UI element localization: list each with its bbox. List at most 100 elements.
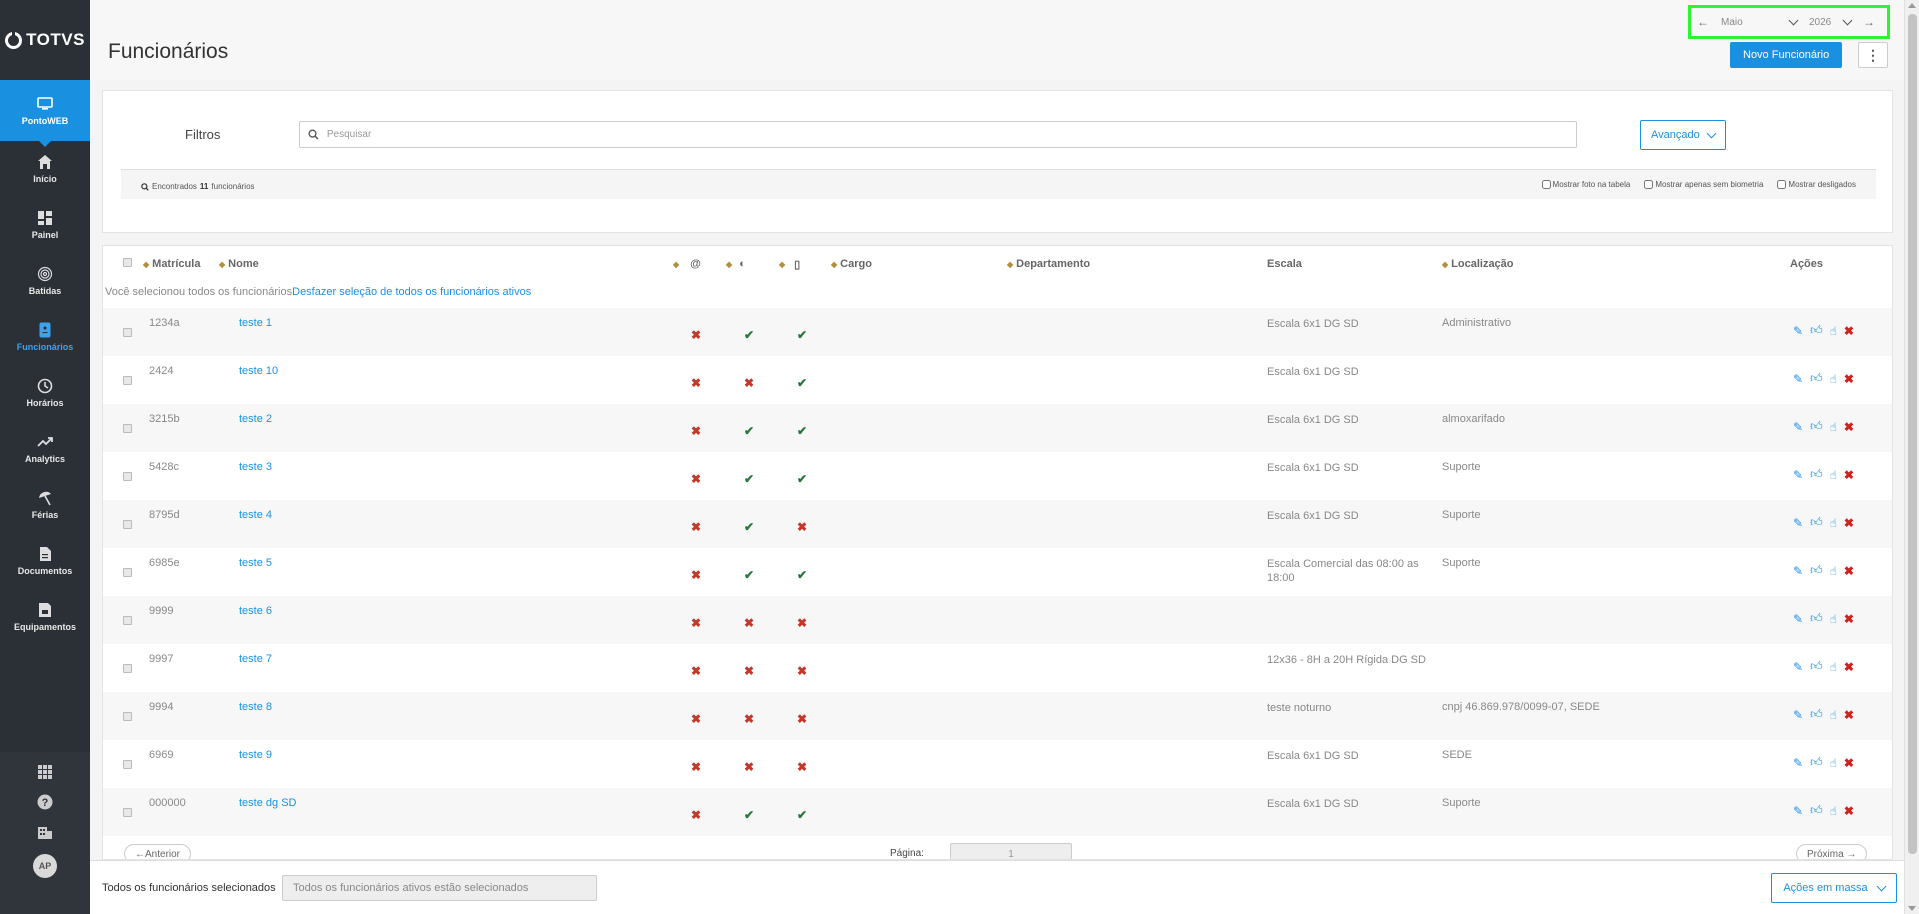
select-all-checkbox[interactable] <box>123 258 132 267</box>
employee-name-link[interactable]: teste 8 <box>239 701 272 713</box>
year-select[interactable]: 2026 <box>1803 12 1857 32</box>
thumbs-up-icon[interactable]: 👍︎ <box>1810 419 1823 434</box>
table-row[interactable]: 3215b teste 2 ✖ ✔ ✔ Escala 6x1 DG SD almoxarif… <box>103 404 1892 452</box>
edit-pencil-icon[interactable]: ✎ <box>1793 660 1803 674</box>
table-row[interactable]: 9999 teste 6 ✖ ✖ ✖ ✎ 👍︎ ☝︎ ✖ <box>103 596 1892 644</box>
scroll-up-arrow-icon[interactable] <box>1908 3 1916 8</box>
thumbs-up-icon[interactable]: 👍︎ <box>1810 611 1823 626</box>
apps-grid-icon[interactable] <box>37 764 53 780</box>
employee-name-link[interactable]: teste 9 <box>239 749 272 761</box>
row-checkbox[interactable] <box>123 760 132 772</box>
delete-x-icon[interactable]: ✖ <box>1844 660 1854 674</box>
page-scrollbar[interactable] <box>1904 0 1919 914</box>
edit-pencil-icon[interactable]: ✎ <box>1793 708 1803 722</box>
scroll-down-arrow-icon[interactable] <box>1908 906 1916 911</box>
edit-pencil-icon[interactable]: ✎ <box>1793 324 1803 338</box>
employee-name-link[interactable]: teste 10 <box>239 365 278 377</box>
delete-x-icon[interactable]: ✖ <box>1844 516 1854 530</box>
show-photo-option[interactable]: Mostrar foto na tabela <box>1541 180 1630 189</box>
month-select[interactable]: Maio <box>1715 12 1803 32</box>
help-icon[interactable]: ? <box>37 794 53 810</box>
employee-name-link[interactable]: teste dg SD <box>239 797 296 809</box>
sidebar-item-analytics[interactable]: Analytics <box>0 421 90 477</box>
delete-x-icon[interactable]: ✖ <box>1844 756 1854 770</box>
delete-x-icon[interactable]: ✖ <box>1844 708 1854 722</box>
table-row[interactable]: 1234a teste 1 ✖ ✔ ✔ Escala 6x1 DG SD Administr… <box>103 308 1892 356</box>
table-row[interactable]: 9997 teste 7 ✖ ✖ ✖ 12x36 - 8H a 20H Rígida DG… <box>103 644 1892 692</box>
delete-x-icon[interactable]: ✖ <box>1844 324 1854 338</box>
table-row[interactable]: 5428c teste 3 ✖ ✔ ✔ Escala 6x1 DG SD Suporte ✎ 👍… <box>103 452 1892 500</box>
edit-pencil-icon[interactable]: ✎ <box>1793 612 1803 626</box>
mass-actions-button[interactable]: Ações em massa <box>1771 873 1897 903</box>
sidebar-item-funcionarios[interactable]: Funcionários <box>0 309 90 365</box>
hand-pointer-icon[interactable]: ☝︎ <box>1830 372 1837 386</box>
employee-name-link[interactable]: teste 1 <box>239 317 272 329</box>
delete-x-icon[interactable]: ✖ <box>1844 372 1854 386</box>
hand-pointer-icon[interactable]: ☝︎ <box>1830 516 1837 530</box>
table-row[interactable]: 6985e teste 5 ✖ ✔ ✔ Escala Comercial das 08:0… <box>103 548 1892 596</box>
thumbs-up-icon[interactable]: 👍︎ <box>1810 515 1823 530</box>
previous-period-arrow-icon[interactable]: ← <box>1691 15 1715 29</box>
employee-name-link[interactable]: teste 6 <box>239 605 272 617</box>
thumbs-up-icon[interactable]: 👍︎ <box>1810 371 1823 386</box>
scrollbar-thumb[interactable] <box>1908 14 1917 854</box>
sidebar-item-inicio[interactable]: Início <box>0 141 90 197</box>
show-dismissed-checkbox[interactable] <box>1777 180 1787 189</box>
sidebar-item-batidas[interactable]: Batidas <box>0 253 90 309</box>
row-checkbox[interactable] <box>123 520 132 532</box>
next-page-button[interactable]: Próxima → <box>1796 844 1868 859</box>
row-checkbox[interactable] <box>123 712 132 724</box>
delete-x-icon[interactable]: ✖ <box>1844 804 1854 818</box>
row-checkbox[interactable] <box>123 328 132 340</box>
thumbs-up-icon[interactable]: 👍︎ <box>1810 803 1823 818</box>
edit-pencil-icon[interactable]: ✎ <box>1793 372 1803 386</box>
edit-pencil-icon[interactable]: ✎ <box>1793 420 1803 434</box>
advanced-filter-button[interactable]: Avançado <box>1640 120 1726 150</box>
thumbs-up-icon[interactable]: 👍︎ <box>1810 755 1823 770</box>
table-row[interactable]: 6969 teste 9 ✖ ✖ ✖ Escala 6x1 DG SD SEDE ✎ 👍︎ ☝︎ ✖ <box>103 740 1892 788</box>
employee-name-link[interactable]: teste 4 <box>239 509 272 521</box>
table-row[interactable]: 8795d teste 4 ✖ ✔ ✖ Escala 6x1 DG SD Suporte ✎ 👍… <box>103 500 1892 548</box>
employee-name-link[interactable]: teste 7 <box>239 653 272 665</box>
table-row[interactable]: 2424 teste 10 ✖ ✖ ✔ Escala 6x1 DG SD ✎ 👍︎ ☝︎ ✖ <box>103 356 1892 404</box>
new-employee-button[interactable]: Novo Funcionário <box>1730 42 1843 68</box>
previous-page-button[interactable]: ←Anterior <box>124 844 192 859</box>
totvs-logo[interactable]: TOTVS <box>0 0 90 80</box>
delete-x-icon[interactable]: ✖ <box>1844 612 1854 626</box>
hand-pointer-icon[interactable]: ☝︎ <box>1830 756 1837 770</box>
show-photo-checkbox[interactable] <box>1541 180 1551 189</box>
column-web[interactable]: ◆ ◐ <box>726 258 746 270</box>
sidebar-item-equipamentos[interactable]: Equipamentos <box>0 589 90 645</box>
sidebar-item-horarios[interactable]: Horários <box>0 365 90 421</box>
employee-name-link[interactable]: teste 3 <box>239 461 272 473</box>
bulk-selection-field[interactable]: Todos os funcionários ativos estão selec… <box>282 875 597 901</box>
hand-pointer-icon[interactable]: ☝︎ <box>1830 420 1837 434</box>
edit-pencil-icon[interactable]: ✎ <box>1793 468 1803 482</box>
search-input[interactable] <box>326 129 1576 140</box>
employee-name-link[interactable]: teste 2 <box>239 413 272 425</box>
edit-pencil-icon[interactable]: ✎ <box>1793 564 1803 578</box>
sidebar-item-documentos[interactable]: Documentos <box>0 533 90 589</box>
hand-pointer-icon[interactable]: ☝︎ <box>1830 612 1837 626</box>
row-checkbox[interactable] <box>123 616 132 628</box>
hand-pointer-icon[interactable]: ☝︎ <box>1830 708 1837 722</box>
column-photo[interactable]: ◆ @ <box>673 258 701 270</box>
row-checkbox[interactable] <box>123 664 132 676</box>
search-field[interactable] <box>299 121 1577 148</box>
thumbs-up-icon[interactable]: 👍︎ <box>1810 707 1823 722</box>
column-mobile[interactable]: ◆ ▯ <box>779 258 800 271</box>
column-localizacao[interactable]: ◆ Localização <box>1442 258 1514 270</box>
column-matricula[interactable]: ◆ Matrícula <box>143 258 200 270</box>
delete-x-icon[interactable]: ✖ <box>1844 420 1854 434</box>
sidebar-item-pontoweb[interactable]: PontoWEB <box>0 80 90 147</box>
thumbs-up-icon[interactable]: 👍︎ <box>1810 659 1823 674</box>
thumbs-up-icon[interactable]: 👍︎ <box>1810 323 1823 338</box>
page-select[interactable]: 1 <box>950 843 1072 859</box>
more-options-icon[interactable]: ⋮ <box>1858 42 1888 68</box>
column-cargo[interactable]: ◆ Cargo <box>831 258 872 270</box>
show-dismissed-option[interactable]: Mostrar desligados <box>1777 180 1856 189</box>
row-checkbox[interactable] <box>123 424 132 436</box>
column-departamento[interactable]: ◆ Departamento <box>1007 258 1090 270</box>
show-no-biometry-option[interactable]: Mostrar apenas sem biometria <box>1644 180 1763 189</box>
hand-pointer-icon[interactable]: ☝︎ <box>1830 324 1837 338</box>
